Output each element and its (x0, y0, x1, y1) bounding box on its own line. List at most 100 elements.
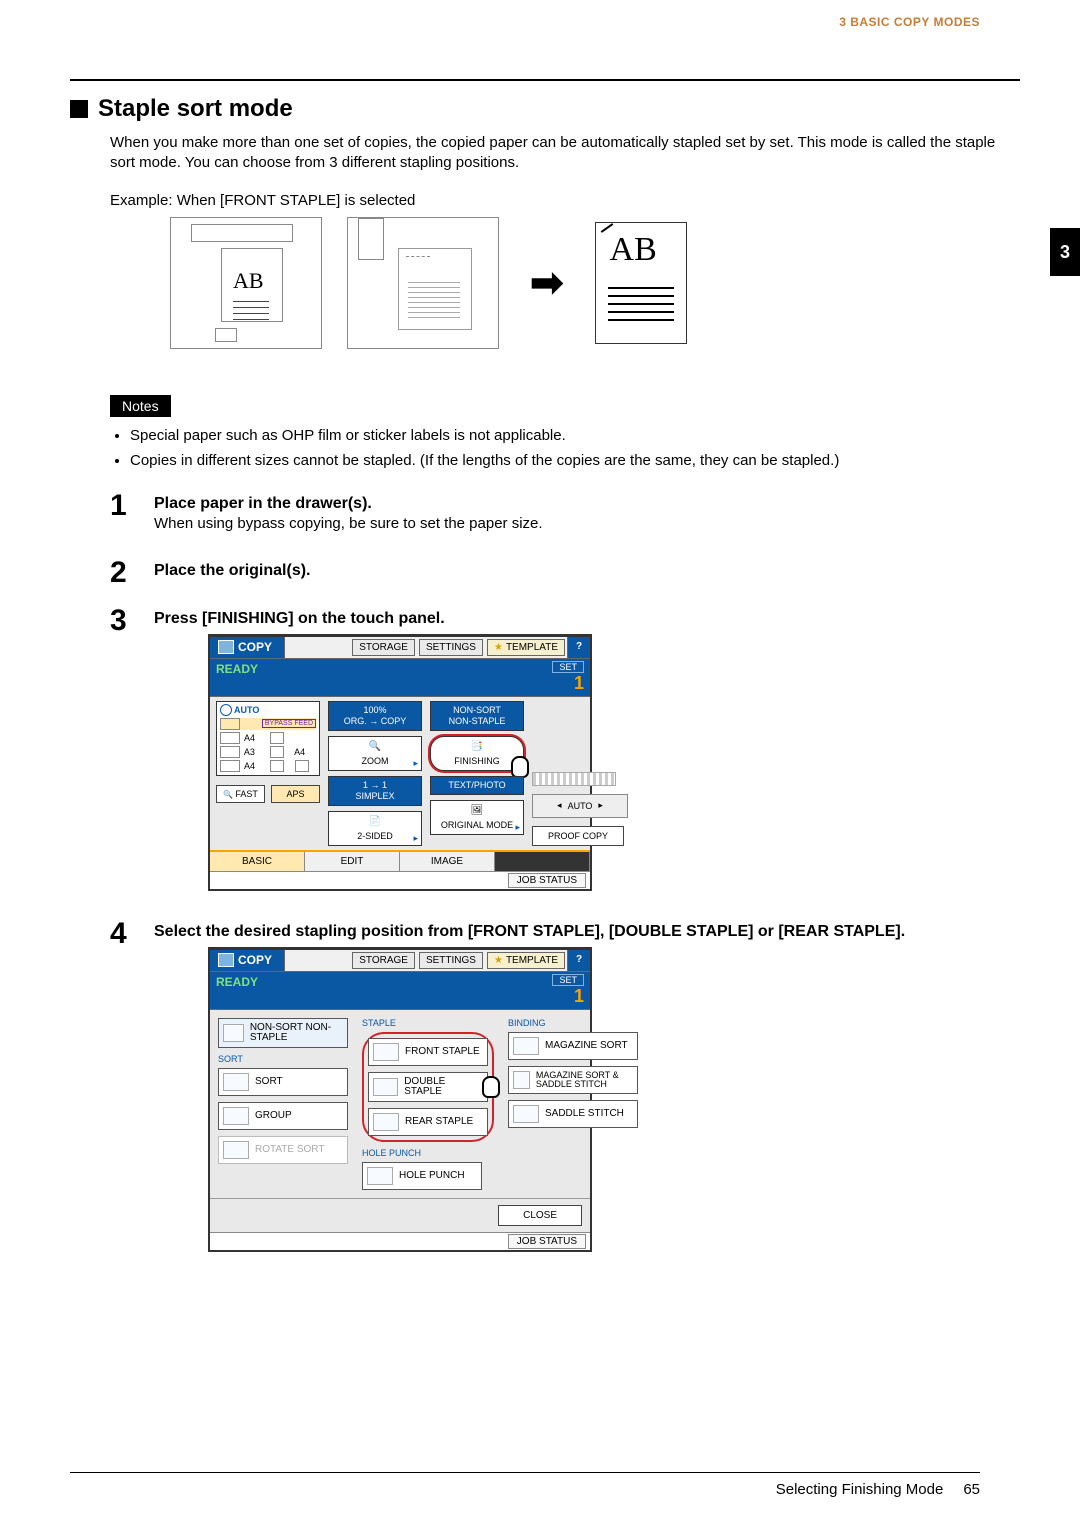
opt-rotate-sort[interactable]: ROTATE SORT (218, 1136, 348, 1164)
opt-group[interactable]: GROUP (218, 1102, 348, 1130)
density-ruler (532, 772, 616, 786)
aps-button[interactable]: APS (271, 785, 320, 803)
running-head: 3 BASIC COPY MODES (70, 15, 1020, 29)
chevron-right-icon: ▸ (515, 822, 520, 833)
footer-section-title: Selecting Finishing Mode (776, 1481, 944, 1498)
help-button[interactable]: ? (567, 950, 590, 971)
panel-copy-label: COPY (238, 640, 272, 654)
copy-icon (218, 953, 234, 967)
opt-rear-staple[interactable]: REAR STAPLE (368, 1108, 488, 1136)
text-photo-indicator[interactable]: TEXT/PHOTO (430, 776, 524, 795)
template-button[interactable]: ★ TEMPLATE (487, 639, 565, 656)
tab-edit[interactable]: EDIT (305, 852, 400, 871)
template-button[interactable]: ★ TEMPLATE (487, 952, 565, 969)
storage-button[interactable]: STORAGE (352, 639, 415, 656)
notes-badge: Notes (110, 395, 171, 417)
tab-basic[interactable]: BASIC (210, 852, 305, 871)
illus-ab-text: AB (233, 268, 264, 294)
set-label: SET (552, 661, 584, 673)
finishing-button[interactable]: 📑 FINISHING ▸ (430, 736, 524, 771)
set-count: 1 (574, 986, 584, 1006)
opt-hole-punch[interactable]: HOLE PUNCH (362, 1162, 482, 1190)
simplex-button[interactable]: 1 → 1 SIMPLEX (328, 776, 422, 806)
panel-mode-copy[interactable]: COPY (210, 950, 285, 971)
illus-output-tray (347, 217, 499, 349)
storage-button[interactable]: STORAGE (352, 952, 415, 969)
group-title-hole: HOLE PUNCH (362, 1148, 494, 1158)
illus-stapled-output: AB (595, 222, 687, 344)
help-button[interactable]: ? (567, 637, 590, 658)
set-count: 1 (574, 673, 584, 693)
step-3: 3 Press [FINISHING] on the touch panel. … (110, 606, 1010, 901)
star-icon: ★ (494, 955, 503, 966)
copy-icon (218, 640, 234, 654)
step-desc: When using bypass copying, be sure to se… (154, 515, 1010, 532)
double-staple-icon (373, 1078, 398, 1096)
opt-saddle-stitch[interactable]: SADDLE STITCH (508, 1100, 638, 1128)
arrow-icon: ➡ (524, 260, 570, 306)
rule-bottom (70, 1472, 980, 1473)
opt-double-staple[interactable]: DOUBLE STAPLE (368, 1072, 488, 1102)
tab-image[interactable]: IMAGE (400, 852, 495, 871)
hand-cursor-icon (511, 756, 533, 778)
tab-blank (495, 852, 590, 871)
opt-non-sort[interactable]: NON-SORT NON-STAPLE (218, 1018, 348, 1048)
front-staple-icon (373, 1043, 399, 1061)
illus-output-ab: AB (610, 231, 657, 269)
step-4: 4 Select the desired stapling position f… (110, 919, 1010, 1262)
saddle-stitch-icon (513, 1105, 539, 1123)
opt-sort[interactable]: SORT (218, 1068, 348, 1096)
panel-mode-copy[interactable]: COPY (210, 637, 285, 658)
zoom-ratio-button[interactable]: 100% ORG. → COPY (328, 701, 422, 731)
rule-top (70, 79, 1020, 81)
two-sided-button[interactable]: 📄 2-SIDED ▸ (328, 811, 422, 846)
two-sided-icon: 📄 (365, 816, 385, 830)
drawer-selector[interactable]: AUTO BYPASS FEED A4 A3 A4 A4 (216, 701, 320, 776)
original-mode-icon: 🖼 (467, 805, 487, 819)
step-1: 1 Place paper in the drawer(s). When usi… (110, 491, 1010, 540)
fast-button[interactable]: 🔍 FAST (216, 785, 265, 803)
step-number: 2 (110, 558, 138, 588)
step-number: 1 (110, 491, 138, 540)
footer-page-number: 65 (963, 1481, 980, 1498)
step-number: 3 (110, 606, 138, 901)
zoom-button[interactable]: 🔍 ZOOM ▸ (328, 736, 422, 771)
note-item: Copies in different sizes cannot be stap… (130, 450, 1010, 471)
group-icon (223, 1107, 249, 1125)
opt-front-staple[interactable]: FRONT STAPLE (368, 1038, 488, 1066)
notes-list: Special paper such as OHP film or sticke… (130, 425, 1010, 471)
job-status-button[interactable]: JOB STATUS (508, 873, 586, 888)
zoom-icon: 🔍 (365, 741, 385, 755)
step-title: Press [FINISHING] on the touch panel. (154, 610, 1010, 628)
sort-icon (223, 1073, 249, 1091)
settings-button[interactable]: SETTINGS (419, 952, 483, 969)
heading-marker-icon (70, 100, 88, 118)
chevron-right-icon: ▸ (413, 833, 418, 844)
group-title-staple: STAPLE (362, 1018, 494, 1028)
step-number: 4 (110, 919, 138, 1262)
opt-magazine-sort[interactable]: MAGAZINE SORT (508, 1032, 638, 1060)
panel-tab-bar: BASIC EDIT IMAGE (210, 850, 590, 871)
note-item: Special paper such as OHP film or sticke… (130, 425, 1010, 446)
opt-magazine-saddle[interactable]: MAGAZINE SORT & SADDLE STITCH (508, 1066, 638, 1094)
group-title-binding: BINDING (508, 1018, 638, 1028)
status-ready: READY (216, 975, 258, 989)
touch-panel-finishing: COPY STORAGE SETTINGS ★ TEMPLATE ? READY (208, 947, 592, 1252)
proof-copy-button[interactable]: PROOF COPY (532, 826, 624, 846)
job-status-button[interactable]: JOB STATUS (508, 1234, 586, 1249)
settings-button[interactable]: SETTINGS (419, 639, 483, 656)
magazine-sort-icon (513, 1037, 539, 1055)
auto-density-button[interactable]: ◂ AUTO ▸ (532, 794, 628, 818)
magazine-saddle-icon (513, 1071, 530, 1089)
right-arrow-icon: ▸ (598, 800, 603, 811)
group-title-sort: SORT (218, 1054, 348, 1064)
staple-group-highlight: FRONT STAPLE DOUBLE STAPLE REAR STAPLE (362, 1032, 494, 1142)
close-button[interactable]: CLOSE (498, 1205, 582, 1226)
touch-panel-basic: COPY STORAGE SETTINGS ★ TEMPLATE ? READY (208, 634, 592, 891)
original-mode-button[interactable]: 🖼 ORIGINAL MODE ▸ (430, 800, 524, 835)
rotate-sort-icon (223, 1141, 249, 1159)
non-sort-indicator[interactable]: NON-SORT NON-STAPLE (430, 701, 524, 731)
step-title: Place the original(s). (154, 562, 1010, 580)
set-label: SET (552, 974, 584, 986)
illustration-row: AB ➡ AB (170, 217, 1010, 349)
